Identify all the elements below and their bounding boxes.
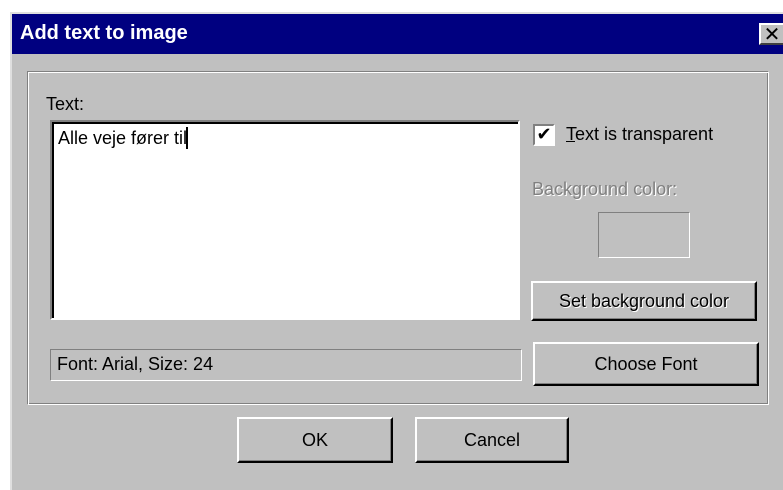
dialog-title: Add text to image [20, 22, 188, 44]
choose-font-button[interactable]: Choose Font [533, 342, 759, 386]
set-background-color-button[interactable]: Set background color [531, 281, 757, 321]
font-info-text: Font: Arial, Size: 24 [57, 354, 214, 374]
ok-label: OK [301, 429, 328, 450]
ok-button[interactable]: OK [237, 417, 393, 463]
font-info: Font: Arial, Size: 24 [50, 349, 522, 381]
transparent-checkbox-label[interactable]: Text is transparent [566, 124, 713, 145]
background-color-label: Background color: [532, 179, 678, 199]
title-bar: Add text to image ✕ [12, 14, 783, 54]
set-background-color-label: Set background color [558, 290, 730, 311]
transparent-label-rest: ext is transparent [575, 124, 714, 144]
text-input-value: Alle veje fører til [58, 128, 188, 148]
background-color-swatch [598, 212, 690, 258]
text-label: Text: [46, 94, 85, 114]
cancel-button[interactable]: Cancel [415, 417, 569, 463]
check-icon: ✔ [536, 124, 552, 145]
add-text-dialog: Add text to image ✕ Text: Alle veje føre… [10, 12, 783, 490]
text-groupbox: Text: Alle veje fører til ✔ Text is tran… [27, 71, 769, 405]
choose-font-label: Choose Font [594, 353, 698, 374]
close-icon: ✕ [763, 22, 781, 46]
text-cursor [186, 127, 189, 149]
close-button[interactable]: ✕ [759, 23, 783, 45]
cancel-label: Cancel [463, 429, 521, 450]
mnemonic-letter: T [566, 124, 575, 144]
transparent-checkbox[interactable]: ✔ [533, 124, 555, 146]
text-input[interactable]: Alle veje fører til [50, 120, 520, 320]
